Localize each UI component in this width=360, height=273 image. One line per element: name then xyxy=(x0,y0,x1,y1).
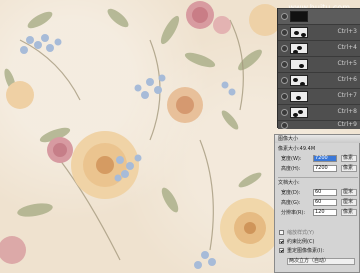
resample-label: 重定图像像素(I): xyxy=(287,248,325,254)
layer-row[interactable]: Ctrl+8 xyxy=(278,104,360,121)
layer-shortcut: Ctrl+9 xyxy=(337,121,357,128)
divider xyxy=(278,177,358,178)
resolution-field[interactable]: 120 xyxy=(313,209,337,216)
layer-shortcut: Ctrl+8 xyxy=(337,108,357,115)
layer-thumbnail xyxy=(290,43,308,54)
visibility-icon[interactable] xyxy=(281,109,288,116)
layer-shortcut: Ctrl+3 xyxy=(337,28,357,35)
layer-thumbnail xyxy=(290,91,308,102)
layers-panel: Ctrl+3 Ctrl+4 Ctrl+5 Ctrl+6 Ctrl+7 Ctrl+… xyxy=(277,8,360,129)
layer-thumbnail xyxy=(290,11,308,22)
layer-row[interactable] xyxy=(278,8,360,25)
constrain-proportions-label: 约束比例(C) xyxy=(287,239,315,245)
constrain-proportions-checkbox[interactable] xyxy=(279,239,284,244)
visibility-icon[interactable] xyxy=(281,29,288,36)
pixel-size-label: 像素大小:49.4M xyxy=(278,146,316,152)
layer-row[interactable]: Ctrl+5 xyxy=(278,56,360,73)
visibility-icon[interactable] xyxy=(281,13,288,20)
layer-shortcut: Ctrl+7 xyxy=(337,92,357,99)
layer-row[interactable]: Ctrl+3 xyxy=(278,24,360,41)
pixel-height-unit[interactable]: 像素 xyxy=(341,165,357,172)
visibility-icon[interactable] xyxy=(281,61,288,68)
visibility-icon[interactable] xyxy=(281,77,288,84)
layer-thumbnail xyxy=(290,75,308,86)
layer-row[interactable]: Ctrl+6 xyxy=(278,72,360,89)
dialog-title: 图像大小 xyxy=(275,135,360,143)
resample-method-select[interactable]: 两次立方（自动） xyxy=(287,258,355,265)
resample-checkbox[interactable] xyxy=(279,248,284,253)
layer-shortcut: Ctrl+4 xyxy=(337,44,357,51)
scale-styles-checkbox[interactable] xyxy=(279,230,284,235)
doc-size-label: 文档大小: xyxy=(278,180,300,186)
pixel-height-field[interactable]: 7200 xyxy=(313,165,337,172)
doc-height-unit[interactable]: 厘米 xyxy=(341,199,357,206)
layer-shortcut: Ctrl+5 xyxy=(337,60,357,67)
resolution-label: 分辨率(R): xyxy=(281,210,306,216)
width-label: 宽度(W): xyxy=(281,156,302,162)
layer-row[interactable]: Ctrl+4 xyxy=(278,40,360,57)
visibility-icon[interactable] xyxy=(281,45,288,52)
pixel-width-unit[interactable]: 像素 xyxy=(341,155,357,162)
layer-thumbnail xyxy=(290,107,308,118)
layer-shortcut: Ctrl+6 xyxy=(337,76,357,83)
doc-height-field[interactable]: 60 xyxy=(313,199,337,206)
doc-width-field[interactable]: 60 xyxy=(313,189,337,196)
doc-height-label: 高度(G): xyxy=(281,200,301,206)
pixel-width-field[interactable]: 7200 xyxy=(313,155,337,162)
scale-styles-label: 缩放样式(Y) xyxy=(287,230,314,236)
layer-row[interactable]: Ctrl+7 xyxy=(278,88,360,105)
doc-width-unit[interactable]: 厘米 xyxy=(341,189,357,196)
layer-thumbnail xyxy=(290,27,308,38)
resolution-unit[interactable]: 像素 xyxy=(341,209,357,216)
height-label: 高度(H): xyxy=(281,166,301,172)
layer-row[interactable]: Ctrl+9 xyxy=(278,120,360,129)
image-size-dialog: 图像大小 像素大小:49.4M 宽度(W): 7200 像素 高度(H): 72… xyxy=(274,134,360,273)
layer-thumbnail xyxy=(290,59,308,70)
visibility-icon[interactable] xyxy=(281,122,288,129)
visibility-icon[interactable] xyxy=(281,93,288,100)
doc-width-label: 宽度(D): xyxy=(281,190,301,196)
